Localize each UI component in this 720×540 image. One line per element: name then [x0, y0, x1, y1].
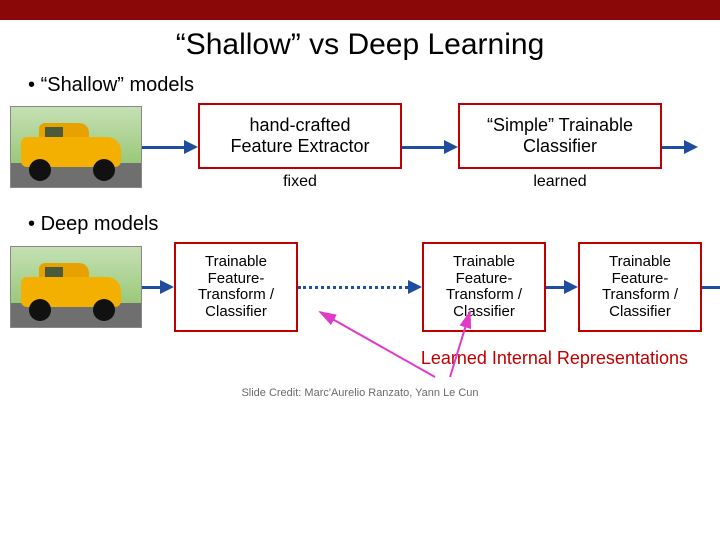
box-label: hand-crafted — [200, 115, 400, 136]
box-feature-extractor: hand-crafted Feature Extractor — [198, 103, 402, 169]
title-bar — [0, 0, 720, 20]
box-label: Feature Extractor — [200, 136, 400, 157]
box-label: Feature- — [424, 271, 544, 288]
input-image-deep — [10, 246, 142, 328]
box-classifier: “Simple” Trainable Classifier — [458, 103, 662, 169]
box-deep-stage-2: Trainable Feature- Transform / Classifie… — [422, 242, 546, 332]
shallow-pipeline: hand-crafted Feature Extractor fixed “Si… — [10, 103, 720, 191]
bullet-deep: Deep models — [28, 213, 720, 236]
box-label: Trainable — [176, 254, 296, 271]
arrow-icon — [546, 280, 578, 294]
arrow-icon — [702, 280, 720, 294]
caption-learned-internal: Learned Internal Representations — [0, 348, 688, 369]
box-label: Transform / — [424, 287, 544, 304]
caption-fixed: fixed — [283, 173, 317, 191]
box-label: Feature- — [176, 271, 296, 288]
box-label: Classifier — [176, 304, 296, 321]
bullet-shallow: “Shallow” models — [28, 74, 720, 97]
box-deep-stage-3: Trainable Feature- Transform / Classifie… — [578, 242, 702, 332]
box-label: Trainable — [580, 254, 700, 271]
arrow-icon — [662, 140, 698, 154]
arrow-icon — [142, 280, 174, 294]
box-label: “Simple” Trainable — [460, 115, 660, 136]
box-label: Trainable — [424, 254, 544, 271]
box-label: Feature- — [580, 271, 700, 288]
caption-learned: learned — [533, 173, 586, 191]
box-label: Classifier — [424, 304, 544, 321]
deep-pipeline: Trainable Feature- Transform / Classifie… — [10, 242, 720, 332]
box-label: Transform / — [176, 287, 296, 304]
arrow-icon — [402, 140, 458, 154]
box-label: Classifier — [580, 304, 700, 321]
input-image-shallow — [10, 106, 142, 188]
dotted-arrow-icon — [298, 280, 422, 294]
slide-title: “Shallow” vs Deep Learning — [0, 28, 720, 62]
box-label: Classifier — [460, 136, 660, 157]
slide-credit: Slide Credit: Marc'Aurelio Ranzato, Yann… — [0, 387, 720, 399]
arrow-icon — [142, 140, 198, 154]
box-label: Transform / — [580, 287, 700, 304]
box-deep-stage-1: Trainable Feature- Transform / Classifie… — [174, 242, 298, 332]
